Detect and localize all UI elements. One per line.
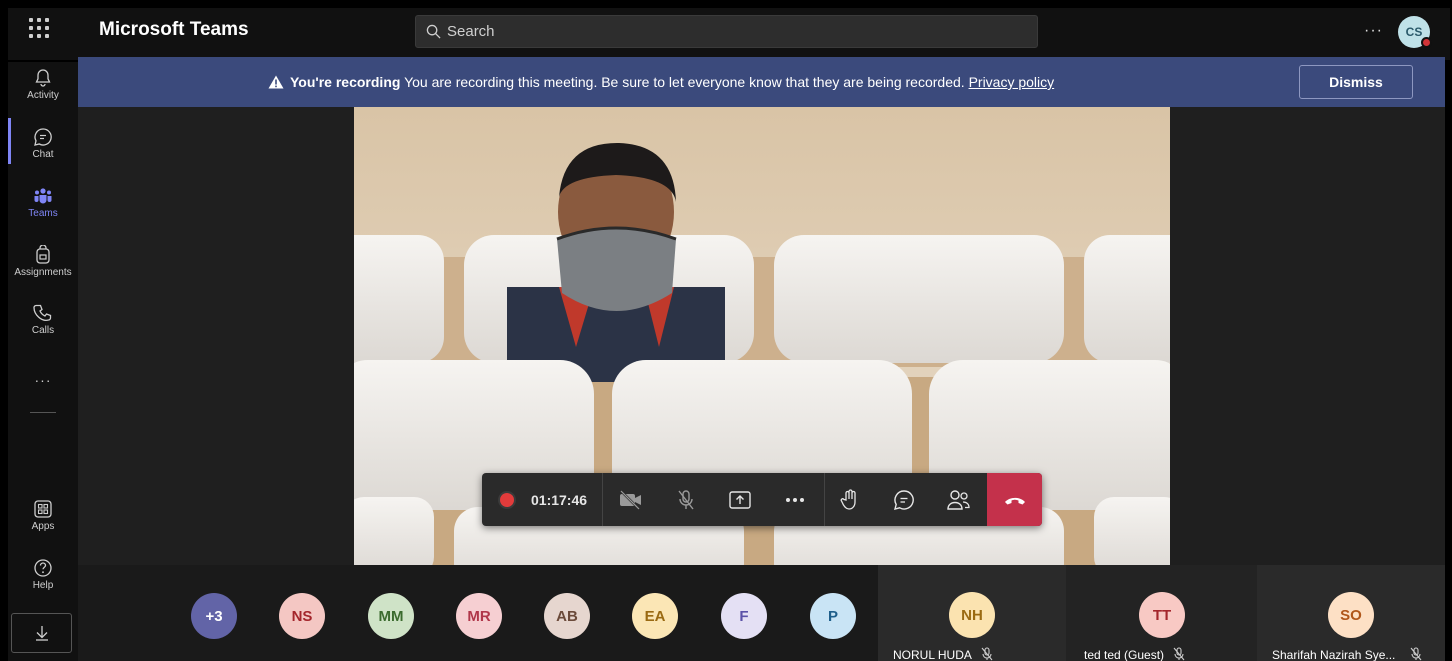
share-screen-button[interactable]: [722, 483, 758, 517]
warning-icon: [268, 75, 284, 89]
more-actions-button[interactable]: [777, 483, 813, 517]
participant-name-text: NORUL HUDA: [893, 648, 972, 661]
dismiss-button[interactable]: Dismiss: [1299, 65, 1413, 99]
download-icon: [35, 626, 48, 641]
presence-busy-icon: [1421, 37, 1432, 48]
participant-name: Sharifah Nazirah Sye...: [1272, 647, 1423, 661]
participant-avatar: NH: [949, 592, 995, 638]
rail-item-chat[interactable]: Chat: [8, 127, 78, 160]
more-icon: [786, 498, 804, 502]
phone-icon: [33, 304, 52, 321]
share-screen-icon: [729, 491, 751, 509]
help-icon: [34, 559, 52, 577]
participant-avatar[interactable]: EA: [632, 593, 678, 639]
rail-item-label: Calls: [31, 325, 55, 336]
user-avatar[interactable]: CS: [1398, 16, 1432, 48]
participant-avatar[interactable]: MR: [456, 593, 502, 639]
controls-divider: [602, 473, 603, 526]
search-placeholder: Search: [447, 23, 495, 40]
banner-text: You're recording You are recording this …: [268, 74, 1054, 90]
rail-item-help[interactable]: Help: [8, 558, 78, 591]
participant-name-text: Sharifah Nazirah Sye...: [1272, 648, 1396, 661]
mic-toggle-button[interactable]: [668, 483, 704, 517]
banner-message: You are recording this meeting. Be sure …: [404, 74, 965, 90]
participant-name: NORUL HUDA: [893, 647, 994, 661]
teams-icon: [34, 188, 52, 204]
rail-item-label: Activity: [27, 90, 59, 101]
search-icon: [426, 24, 441, 39]
rail-item-apps[interactable]: Apps: [8, 499, 78, 532]
participant-avatar[interactable]: MM: [368, 593, 414, 639]
rail-item-teams[interactable]: Teams: [8, 186, 78, 219]
participant-name: ted ted (Guest): [1084, 647, 1186, 661]
app-title: Microsoft Teams: [99, 19, 249, 40]
overflow-participants-button[interactable]: +3: [191, 593, 237, 639]
participants-button[interactable]: [941, 483, 977, 517]
participant-avatar[interactable]: AB: [544, 593, 590, 639]
rail-item-assignments[interactable]: Assignments: [8, 245, 78, 278]
rail-more-apps-icon[interactable]: ···: [8, 372, 78, 388]
chat-icon: [894, 490, 914, 510]
call-controls: 01:17:46: [482, 473, 1042, 526]
participant-avatar: TT: [1139, 592, 1185, 638]
app-launcher-icon[interactable]: [25, 14, 53, 42]
people-icon: [947, 490, 970, 510]
more-options-icon[interactable]: ···: [1364, 22, 1383, 40]
rail-divider: [30, 412, 56, 413]
recording-indicator-icon: [500, 493, 514, 507]
bell-icon: [35, 69, 51, 87]
raise-hand-icon: [840, 489, 856, 510]
participant-avatar[interactable]: NS: [279, 593, 325, 639]
rail-item-label: Apps: [31, 521, 55, 532]
participant-avatar: SO: [1328, 592, 1374, 638]
chat-icon: [34, 128, 52, 146]
hang-up-icon: [1004, 497, 1025, 504]
title-bar: Microsoft Teams Search ··· CS: [0, 0, 1452, 62]
rail-item-activity[interactable]: Activity: [8, 68, 78, 101]
user-initials: CS: [1405, 25, 1423, 39]
raise-hand-button[interactable]: [832, 483, 868, 517]
mic-off-icon: [1173, 647, 1185, 661]
participant-avatar[interactable]: F: [721, 593, 767, 639]
rail-item-label: Teams: [28, 208, 58, 219]
rail-item-label: Help: [32, 580, 54, 591]
mic-off-icon: [678, 490, 694, 510]
participant-avatar[interactable]: P: [810, 593, 856, 639]
camera-toggle-button[interactable]: [613, 483, 649, 517]
mic-off-icon: [981, 647, 993, 661]
controls-divider: [824, 473, 825, 526]
leave-call-button[interactable]: [987, 473, 1042, 526]
participant-name-text: ted ted (Guest): [1084, 648, 1165, 661]
camera-off-icon: [620, 490, 641, 510]
chat-button[interactable]: [886, 483, 922, 517]
recording-banner: You're recording You are recording this …: [78, 57, 1445, 107]
download-button[interactable]: [11, 613, 72, 653]
search-input[interactable]: Search: [415, 15, 1038, 48]
rail-item-calls[interactable]: Calls: [8, 303, 78, 336]
rail-item-label: Chat: [32, 149, 54, 160]
call-timer: 01:17:46: [531, 492, 588, 508]
rail-item-label: Assignments: [14, 267, 72, 278]
backpack-icon: [36, 245, 50, 264]
mic-off-icon: [1410, 647, 1422, 661]
privacy-policy-link[interactable]: Privacy policy: [969, 74, 1055, 90]
apps-icon: [34, 500, 52, 518]
banner-title: You're recording: [290, 74, 401, 90]
